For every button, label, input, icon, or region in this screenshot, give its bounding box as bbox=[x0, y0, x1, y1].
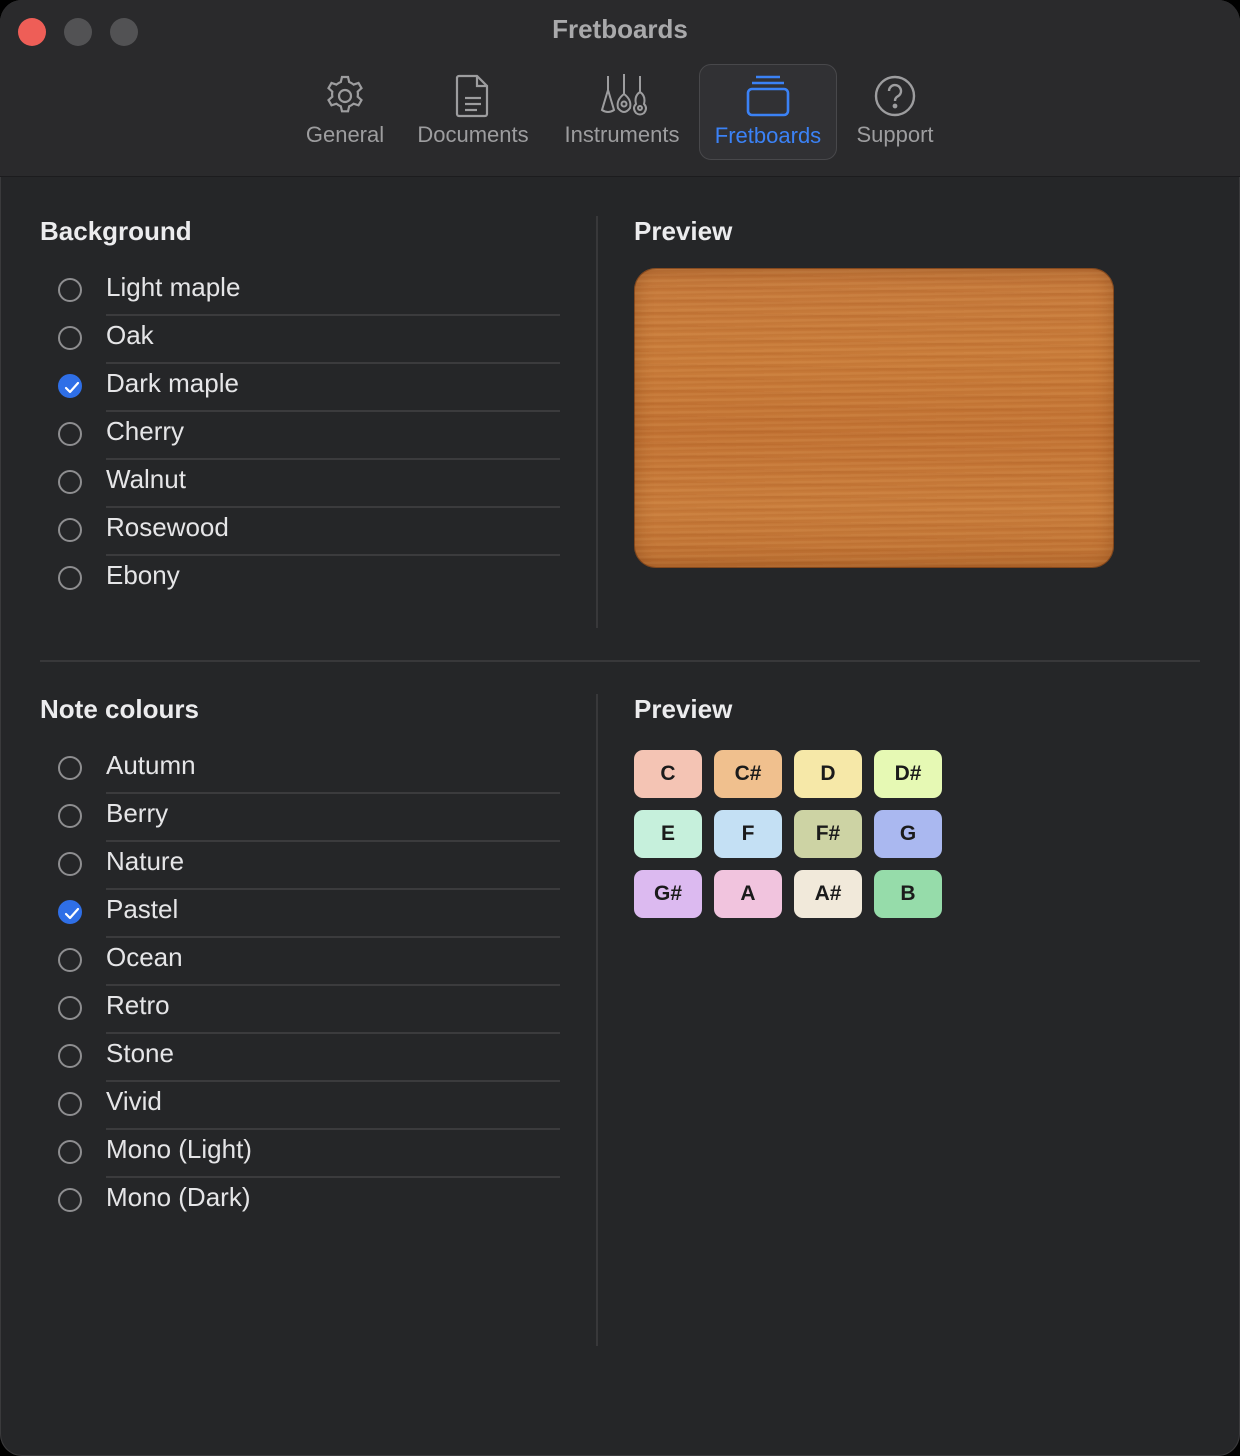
background-option-oak[interactable]: Oak bbox=[56, 316, 560, 364]
note-colours-preview-title: Preview bbox=[634, 694, 733, 724]
note-colour-option-label: Stone bbox=[106, 1038, 174, 1068]
note-colour-option-label: Vivid bbox=[106, 1086, 162, 1116]
note-colour-option-retro[interactable]: Retro bbox=[56, 986, 560, 1034]
tab-fretboards[interactable]: Fretboards bbox=[699, 64, 837, 160]
background-option-walnut[interactable]: Walnut bbox=[56, 460, 560, 508]
document-icon bbox=[449, 72, 497, 120]
note-colour-option-ocean[interactable]: Ocean bbox=[56, 938, 560, 986]
tab-general[interactable]: General bbox=[296, 64, 394, 158]
note-colour-option-vivid[interactable]: Vivid bbox=[56, 1082, 560, 1130]
radio-unchecked[interactable] bbox=[58, 1092, 82, 1116]
note-swatch: G# bbox=[634, 870, 702, 918]
radio-unchecked[interactable] bbox=[58, 470, 82, 494]
radio-unchecked[interactable] bbox=[58, 852, 82, 876]
note-swatch: D# bbox=[874, 750, 942, 798]
instruments-icon bbox=[598, 72, 647, 120]
note-colour-option-berry[interactable]: Berry bbox=[56, 794, 560, 842]
fretboards-icon bbox=[744, 73, 792, 121]
note-swatch: A bbox=[714, 870, 782, 918]
checkmark-icon bbox=[64, 907, 80, 920]
section-divider bbox=[596, 694, 598, 1346]
note-colour-option-mono-light[interactable]: Mono (Light) bbox=[56, 1130, 560, 1178]
background-option-label: Cherry bbox=[106, 416, 185, 446]
note-swatch: C# bbox=[714, 750, 782, 798]
note-swatch: G bbox=[874, 810, 942, 858]
note-swatch: C bbox=[634, 750, 702, 798]
background-option-dark-maple[interactable]: Dark maple bbox=[56, 364, 560, 412]
tab-general-label: General bbox=[305, 122, 385, 147]
tab-documents[interactable]: Documents bbox=[408, 64, 538, 158]
radio-checked[interactable] bbox=[58, 374, 82, 398]
radio-unchecked[interactable] bbox=[58, 422, 82, 446]
note-colour-option-label: Autumn bbox=[106, 750, 196, 780]
fretboard-wood-preview bbox=[634, 268, 1114, 568]
radio-unchecked[interactable] bbox=[58, 996, 82, 1020]
background-option-label: Dark maple bbox=[106, 368, 239, 398]
titlebar: Fretboards General Documents Instruments… bbox=[0, 0, 1240, 177]
background-option-label: Ebony bbox=[106, 560, 180, 590]
background-option-label: Rosewood bbox=[106, 512, 229, 542]
radio-checked[interactable] bbox=[58, 900, 82, 924]
radio-unchecked[interactable] bbox=[58, 566, 82, 590]
note-colour-option-pastel[interactable]: Pastel bbox=[56, 890, 560, 938]
tab-instruments-label: Instruments bbox=[564, 122, 680, 147]
background-preview-title: Preview bbox=[634, 216, 733, 246]
gear-icon bbox=[321, 72, 369, 120]
radio-unchecked[interactable] bbox=[58, 326, 82, 350]
note-swatch: B bbox=[874, 870, 942, 918]
background-option-rosewood[interactable]: Rosewood bbox=[56, 508, 560, 556]
note-colour-option-label: Mono (Dark) bbox=[106, 1182, 251, 1212]
note-colours-section-title: Note colours bbox=[40, 694, 199, 724]
note-swatch: A# bbox=[794, 870, 862, 918]
tab-fretboards-label: Fretboards bbox=[714, 123, 822, 148]
background-option-label: Light maple bbox=[106, 272, 241, 302]
radio-unchecked[interactable] bbox=[58, 1044, 82, 1068]
note-swatch: F# bbox=[794, 810, 862, 858]
radio-unchecked[interactable] bbox=[58, 948, 82, 972]
note-colour-option-mono-dark[interactable]: Mono (Dark) bbox=[56, 1178, 560, 1226]
note-colour-option-stone[interactable]: Stone bbox=[56, 1034, 560, 1082]
question-circle-icon bbox=[871, 72, 919, 120]
note-colour-option-label: Berry bbox=[106, 798, 169, 828]
note-swatch: E bbox=[634, 810, 702, 858]
radio-unchecked[interactable] bbox=[58, 1188, 82, 1212]
note-colour-option-autumn[interactable]: Autumn bbox=[56, 746, 560, 794]
background-option-light-maple[interactable]: Light maple bbox=[56, 268, 560, 316]
section-divider bbox=[596, 216, 598, 628]
radio-unchecked[interactable] bbox=[58, 756, 82, 780]
preferences-window: Fretboards General Documents Instruments… bbox=[0, 0, 1240, 1456]
note-swatch: F bbox=[714, 810, 782, 858]
checkmark-icon bbox=[64, 381, 80, 394]
note-colour-option-label: Mono (Light) bbox=[106, 1134, 252, 1164]
radio-unchecked[interactable] bbox=[58, 518, 82, 542]
window-title: Fretboards bbox=[552, 14, 688, 44]
note-colour-option-nature[interactable]: Nature bbox=[56, 842, 560, 890]
background-section-title: Background bbox=[40, 216, 192, 246]
note-colour-option-label: Nature bbox=[106, 846, 185, 876]
tab-support-label: Support bbox=[856, 122, 934, 147]
radio-unchecked[interactable] bbox=[58, 804, 82, 828]
note-colour-option-label: Ocean bbox=[106, 942, 183, 972]
background-option-label: Walnut bbox=[106, 464, 186, 494]
note-colour-option-label: Retro bbox=[106, 990, 170, 1020]
preferences-toolbar: General Documents Instruments Fretboards… bbox=[0, 64, 1240, 160]
note-swatch: D bbox=[794, 750, 862, 798]
radio-unchecked[interactable] bbox=[58, 1140, 82, 1164]
background-option-cherry[interactable]: Cherry bbox=[56, 412, 560, 460]
tab-instruments[interactable]: Instruments bbox=[554, 64, 690, 158]
background-option-label: Oak bbox=[106, 320, 154, 350]
background-option-ebony[interactable]: Ebony bbox=[56, 556, 560, 604]
radio-unchecked[interactable] bbox=[58, 278, 82, 302]
tab-support[interactable]: Support bbox=[846, 64, 944, 158]
horizontal-divider bbox=[40, 660, 1200, 662]
note-colour-option-label: Pastel bbox=[106, 894, 179, 924]
tab-documents-label: Documents bbox=[417, 122, 529, 147]
